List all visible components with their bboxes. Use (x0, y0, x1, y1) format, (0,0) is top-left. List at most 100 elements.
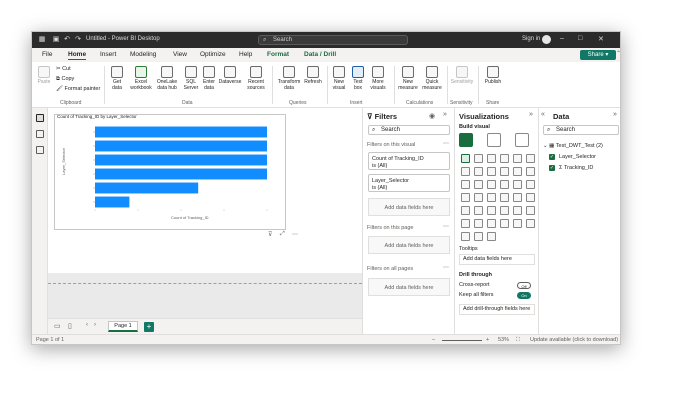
fit-page-icon[interactable]: ⛶ (516, 337, 520, 344)
tab-modeling[interactable]: Modeling (130, 51, 156, 58)
redo-icon[interactable]: ↷ (74, 36, 82, 44)
filters-drop-zone-visual[interactable]: Add data fields here (368, 198, 450, 216)
close-icon[interactable]: ✕ (598, 35, 604, 43)
maximize-icon[interactable]: □ (578, 35, 582, 42)
avatar[interactable] (542, 35, 551, 44)
filters-search[interactable]: ⌕ Search (368, 125, 450, 135)
viz-decomposition-icon[interactable] (487, 219, 496, 228)
zoom-out-icon[interactable]: – (432, 337, 435, 343)
viz-waterfall-icon[interactable] (461, 180, 470, 189)
analytics-tab-icon[interactable] (515, 133, 529, 147)
new-measure-button[interactable]: New measure (398, 66, 418, 91)
viz-paginated-icon[interactable] (526, 219, 535, 228)
viz-shape-map-icon[interactable] (487, 193, 496, 202)
bar-5[interactable] (95, 196, 130, 208)
copy-button[interactable]: ⧉ Copy (56, 76, 74, 83)
bar-4[interactable] (95, 182, 199, 194)
desktop-layout-icon[interactable]: ▭ (54, 322, 61, 330)
get-data-button[interactable]: Get data (108, 66, 126, 91)
viz-map-icon[interactable] (461, 193, 470, 202)
more-icon[interactable]: ⋯ (443, 264, 449, 271)
next-page-icon[interactable]: › (94, 322, 96, 328)
focus-mode-icon[interactable]: ⤢ (280, 231, 285, 238)
collapse-data-icon[interactable]: » (613, 111, 617, 118)
viz-more-icon[interactable] (487, 232, 496, 241)
undo-icon[interactable]: ↶ (63, 36, 71, 44)
model-view-icon[interactable] (36, 146, 44, 154)
bar-0[interactable] (95, 126, 267, 138)
tab-help[interactable]: Help (239, 51, 252, 58)
viz-r-visual-icon[interactable] (526, 206, 535, 215)
viz-line-clustered-icon[interactable] (513, 167, 522, 176)
add-page-button[interactable]: + (144, 322, 154, 332)
tooltips-drop-zone[interactable]: Add data fields here (459, 254, 535, 265)
collapse-filters-icon[interactable]: » (443, 111, 447, 118)
viz-funnel-icon[interactable] (474, 180, 483, 189)
report-page[interactable]: Count of Tracking_ID by Layer_Selector C… (48, 108, 362, 273)
tab-optimize[interactable]: Optimize (200, 51, 226, 58)
viz-area-icon[interactable] (474, 167, 483, 176)
viz-key-influencers-icon[interactable] (474, 219, 483, 228)
save-icon[interactable]: ▣ (52, 36, 60, 44)
tab-insert[interactable]: Insert (100, 51, 116, 58)
search-box[interactable]: ⌕ Search (258, 35, 408, 45)
checkbox-icon[interactable]: ✓ (549, 165, 555, 171)
bar-2[interactable] (95, 154, 267, 166)
viz-gauge-icon[interactable] (513, 193, 522, 202)
bar-3[interactable] (95, 168, 267, 180)
text-box-button[interactable]: Text box (350, 66, 366, 91)
viz-narrative-icon[interactable] (513, 219, 522, 228)
build-visual-tab-icon[interactable] (459, 133, 473, 147)
viz-stacked-bar-icon[interactable] (461, 154, 470, 163)
viz-qa-icon[interactable] (500, 219, 509, 228)
viz-azure-map-icon[interactable] (500, 193, 509, 202)
excel-workbook-button[interactable]: Excel workbook (130, 66, 152, 91)
filters-drop-zone-page[interactable]: Add data fields here (368, 236, 450, 254)
bar-1[interactable] (95, 140, 267, 152)
share-button[interactable]: Share ▾ (580, 50, 616, 60)
tab-view[interactable]: View (173, 51, 187, 58)
refresh-button[interactable]: Refresh (303, 66, 323, 85)
viz-100-column-icon[interactable] (526, 154, 535, 163)
viz-100-bar-icon[interactable] (513, 154, 522, 163)
field-layer-selector[interactable]: Layer_Selector (559, 154, 596, 160)
viz-power-automate-icon[interactable] (474, 232, 483, 241)
cut-button[interactable]: ✂ Cut (56, 66, 71, 72)
filters-drop-zone-all[interactable]: Add data fields here (368, 278, 450, 296)
recent-sources-button[interactable]: Recent sources (244, 66, 268, 91)
viz-scatter-icon[interactable] (487, 180, 496, 189)
sign-in-link[interactable]: Sign in (522, 36, 540, 42)
prev-page-icon[interactable]: ‹ (86, 322, 88, 328)
onelake-button[interactable]: OneLake data hub (154, 66, 180, 91)
more-visuals-button[interactable]: More visuals (368, 66, 388, 91)
tab-home[interactable]: Home (68, 51, 87, 60)
drill-through-drop-zone[interactable]: Add drill-through fields here (459, 304, 535, 315)
viz-pie-icon[interactable] (500, 180, 509, 189)
more-options-icon[interactable]: ⋯ (292, 231, 298, 238)
ribbon-collapse-icon[interactable]: ⌃ (616, 50, 620, 57)
viz-kpi-icon[interactable] (474, 206, 483, 215)
expand-data-icon[interactable]: « (541, 111, 545, 118)
viz-python-visual-icon[interactable] (461, 219, 470, 228)
viz-multi-card-icon[interactable] (461, 206, 470, 215)
format-visual-tab-icon[interactable] (487, 133, 501, 147)
field-tracking-id[interactable]: Σ Tracking_ID (559, 165, 593, 171)
format-painter-button[interactable]: 🖌 Format painter (56, 86, 100, 92)
sensitivity-button[interactable]: Sensitivity (450, 66, 474, 85)
viz-filled-map-icon[interactable] (474, 193, 483, 202)
viz-card-icon[interactable] (526, 193, 535, 202)
filter-card-layer[interactable]: Layer_Selector is (All) (368, 174, 450, 192)
mobile-layout-icon[interactable]: ▯ (68, 322, 72, 330)
eye-icon[interactable]: ◉ (429, 112, 435, 120)
new-visual-button[interactable]: New visual (330, 66, 348, 91)
viz-clustered-column-icon[interactable] (500, 154, 509, 163)
keep-all-filters-toggle[interactable]: On (517, 292, 531, 299)
viz-power-apps-icon[interactable] (461, 232, 470, 241)
filter-card-count[interactable]: Count of Tracking_ID is (All) (368, 152, 450, 170)
publish-button[interactable]: Publish (482, 66, 504, 85)
viz-clustered-bar-icon[interactable] (487, 154, 496, 163)
tab-format[interactable]: Format (267, 51, 289, 58)
table-node[interactable]: ⌄ ▦ Test_DWT_Test (2) (543, 143, 603, 149)
zoom-slider[interactable] (442, 340, 482, 341)
viz-ribbon-icon[interactable] (526, 167, 535, 176)
